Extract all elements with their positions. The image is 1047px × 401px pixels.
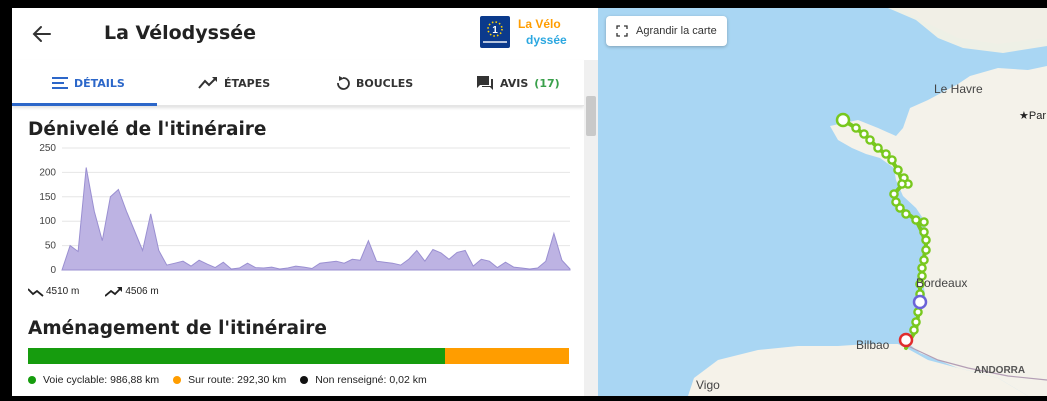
map-label-bilbao: Bilbao — [856, 338, 890, 352]
tab-avis[interactable]: AVIS (17) — [476, 60, 560, 106]
active-tab-indicator — [12, 103, 157, 106]
route-stage-marker[interactable] — [895, 203, 905, 213]
svg-text:1: 1 — [492, 25, 498, 36]
route-stage-marker[interactable] — [873, 143, 883, 153]
amenagement-bar-segment — [28, 348, 446, 364]
tab-etapes-label: ÉTAPES — [224, 76, 271, 90]
map-label-le-havre: Le Havre — [934, 82, 983, 96]
legend-label: Non renseigné: 0,02 km — [315, 374, 427, 386]
page-title: La Vélodyssée — [104, 22, 257, 44]
reviews-chat-icon — [477, 76, 493, 90]
map-label-paris: ★Par — [1019, 110, 1046, 122]
trend-up-icon — [105, 286, 123, 297]
route-stage-marker[interactable] — [897, 179, 907, 189]
amenagement-heading: Aménagement de l'itinéraire — [28, 318, 327, 339]
svg-text:La Vélo: La Vélo — [518, 17, 561, 31]
back-arrow-icon[interactable] — [28, 20, 56, 48]
y-tick-label: 250 — [39, 143, 56, 154]
elevation-heading: Dénivelé de l'itinéraire — [28, 119, 267, 140]
tab-bar: DÉTAILS ÉTAPES BOUCLES AVIS (17) — [12, 60, 584, 106]
route-stage-marker[interactable] — [919, 227, 929, 237]
route-stage-marker[interactable] — [889, 189, 899, 199]
map-canvas[interactable] — [598, 8, 1047, 396]
trend-stages-icon — [198, 77, 217, 89]
ascent-value: 4506 m — [125, 286, 159, 297]
route-end-marker[interactable] — [898, 332, 914, 348]
amenagement-bar-segment — [445, 348, 569, 364]
legend-label: Voie cyclable: 986,88 km — [43, 374, 160, 386]
route-stage-marker[interactable] — [865, 135, 875, 145]
legend-dot — [300, 376, 309, 384]
y-tick-label: 200 — [39, 167, 56, 178]
amenagement-legend-item: Non renseigné: 0,02 km — [300, 374, 427, 386]
scrollbar-thumb[interactable] — [586, 96, 596, 136]
route-start-marker[interactable] — [835, 112, 851, 128]
route-stage-marker[interactable] — [911, 215, 921, 225]
tab-boucles-label: BOUCLES — [356, 76, 414, 90]
current-position-marker[interactable] — [912, 294, 928, 310]
expand-map-label: Agrandir la carte — [636, 25, 717, 37]
route-stage-marker[interactable] — [919, 217, 929, 227]
route-details-panel: La Vélodyssée 1 La Vélo dyssée DÉTAILS É… — [12, 8, 598, 396]
loop-icon — [337, 76, 350, 90]
route-stage-marker[interactable] — [913, 307, 923, 317]
scrollbar[interactable] — [584, 60, 598, 396]
legend-dot — [173, 376, 182, 384]
route-stage-marker[interactable] — [919, 255, 929, 265]
route-stage-marker[interactable] — [887, 155, 897, 165]
route-stage-marker[interactable] — [851, 123, 861, 133]
ascent-stat: 4506 m — [105, 286, 159, 297]
route-stage-marker[interactable] — [901, 209, 911, 219]
legend-dot — [28, 376, 36, 384]
descent-value: 4510 m — [46, 286, 80, 297]
route-stage-marker[interactable] — [921, 235, 931, 245]
tab-etapes[interactable]: ÉTAPES — [198, 60, 270, 106]
app-frame: La Vélodyssée 1 La Vélo dyssée DÉTAILS É… — [0, 0, 1047, 401]
eurovelo-velodyssee-logo: 1 La Vélo dyssée — [480, 16, 567, 48]
route-stage-marker[interactable] — [911, 317, 921, 327]
amenagement-legend-item: Voie cyclable: 986,88 km — [28, 374, 159, 386]
tab-details-label: DÉTAILS — [74, 76, 125, 90]
route-stage-marker[interactable] — [881, 149, 891, 159]
route-stage-marker[interactable] — [859, 129, 869, 139]
amenagement-legend: Voie cyclable: 986,88 km Sur route: 292,3… — [28, 374, 427, 386]
route-stage-marker[interactable] — [921, 245, 931, 255]
y-tick-label: 100 — [39, 216, 56, 227]
amenagement-bar — [28, 348, 569, 364]
details-list-icon — [52, 77, 68, 89]
route-stage-marker[interactable] — [909, 325, 919, 335]
map-label-bordeaux: Bordeaux — [916, 276, 968, 290]
map-panel[interactable]: Agrandir la carte Le Havre ★Par Bordeaux… — [598, 8, 1047, 396]
tab-boucles[interactable]: BOUCLES — [336, 60, 413, 106]
y-tick-label: 50 — [45, 241, 57, 252]
top-bar: La Vélodyssée 1 La Vélo dyssée — [12, 8, 598, 60]
trend-down-icon — [28, 287, 44, 297]
y-tick-label: 150 — [39, 192, 56, 203]
legend-label: Sur route: 292,30 km — [188, 374, 287, 386]
tab-avis-label: AVIS — [500, 76, 529, 90]
y-tick-label: 0 — [50, 265, 56, 276]
expand-icon — [616, 25, 628, 37]
reviews-count-badge: (17) — [534, 76, 560, 90]
descent-stat: 4510 m — [28, 286, 79, 297]
amenagement-legend-item: Sur route: 292,30 km — [173, 374, 286, 386]
elevation-stats: 4510 m 4506 m — [28, 286, 159, 297]
expand-map-button[interactable]: Agrandir la carte — [606, 16, 727, 46]
tab-details[interactable]: DÉTAILS — [52, 60, 125, 106]
route-stage-marker[interactable] — [893, 165, 903, 175]
map-label-andorra: ANDORRA — [974, 365, 1026, 376]
elevation-area — [61, 167, 571, 271]
elevation-chart: 250 200 150 100 50 0 — [39, 143, 571, 276]
svg-text:dyssée: dyssée — [526, 33, 567, 47]
route-stage-marker[interactable] — [917, 263, 927, 273]
map-label-vigo: Vigo — [696, 378, 720, 392]
